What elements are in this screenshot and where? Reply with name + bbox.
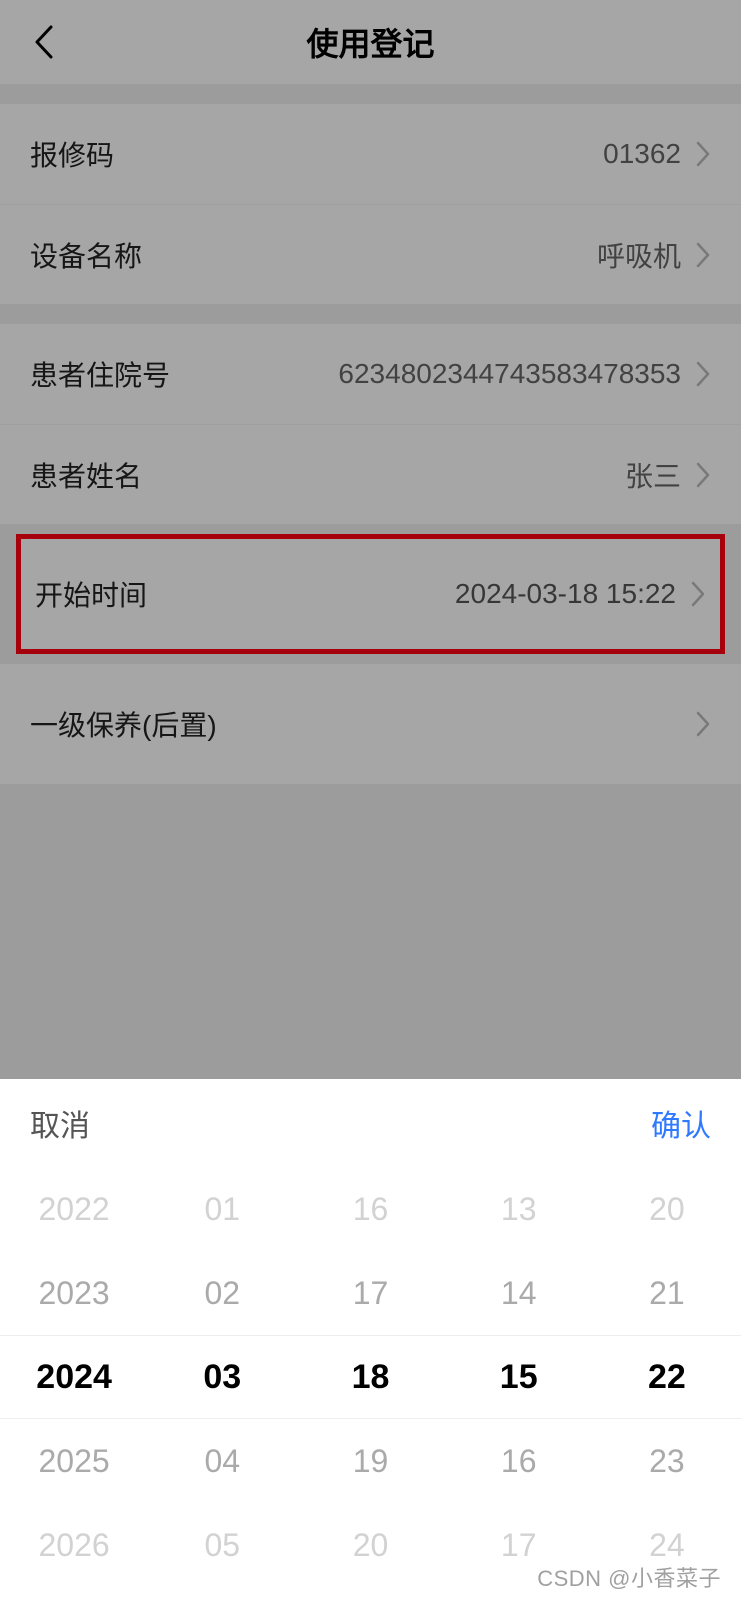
chevron-right-icon — [695, 710, 711, 738]
row-label: 患者住院号 — [30, 354, 170, 394]
row-repair-code[interactable]: 报修码 01362 — [0, 104, 741, 204]
row-value: 张三 — [625, 455, 681, 495]
page-title: 使用登记 — [0, 19, 741, 65]
chevron-right-icon — [695, 461, 711, 489]
picker-wheels: 2022202320242025202601020304051617181920… — [0, 1167, 741, 1603]
picker-option[interactable]: 17 — [296, 1251, 444, 1335]
chevron-right-icon — [695, 140, 711, 168]
picker-option[interactable]: 20 — [296, 1503, 444, 1587]
picker-option[interactable]: 19 — [296, 1419, 444, 1503]
picker-option[interactable]: 18 — [296, 1335, 444, 1419]
row-label: 患者姓名 — [30, 455, 142, 495]
row-label: 报修码 — [30, 134, 114, 174]
chevron-right-icon — [695, 360, 711, 388]
picker-option[interactable]: 2022 — [0, 1167, 148, 1251]
picker-option[interactable]: 03 — [148, 1335, 296, 1419]
picker-option[interactable]: 21 — [593, 1251, 741, 1335]
picker-option[interactable]: 20 — [593, 1167, 741, 1251]
cancel-button[interactable]: 取消 — [30, 1101, 90, 1145]
row-patient-no[interactable]: 患者住院号 6234802344743583478353 — [0, 324, 741, 424]
back-button[interactable] — [24, 22, 64, 62]
confirm-button[interactable]: 确认 — [651, 1101, 711, 1145]
picker-option[interactable]: 2023 — [0, 1251, 148, 1335]
row-label: 一级保养(后置) — [30, 704, 217, 744]
picker-header: 取消 确认 — [0, 1079, 741, 1167]
row-label: 设备名称 — [30, 235, 142, 275]
picker-option[interactable]: 05 — [148, 1503, 296, 1587]
picker-column-1[interactable]: 0102030405 — [148, 1167, 296, 1603]
picker-option[interactable]: 15 — [445, 1335, 593, 1419]
row-value: 6234802344743583478353 — [338, 358, 681, 390]
picker-option[interactable]: 14 — [445, 1251, 593, 1335]
row-maintenance[interactable]: 一级保养(后置) — [0, 664, 741, 784]
datetime-picker: 取消 确认 2022202320242025202601020304051617… — [0, 1079, 741, 1603]
picker-option[interactable]: 13 — [445, 1167, 593, 1251]
row-value: 01362 — [603, 138, 681, 170]
picker-option[interactable]: 04 — [148, 1419, 296, 1503]
chevron-right-icon — [690, 580, 706, 608]
picker-option[interactable]: 2026 — [0, 1503, 148, 1587]
picker-option[interactable]: 2024 — [0, 1335, 148, 1419]
section-gap-small — [0, 654, 741, 664]
watermark-text: CSDN @小香菜子 — [537, 1561, 721, 1593]
picker-option[interactable]: 2025 — [0, 1419, 148, 1503]
picker-option[interactable]: 01 — [148, 1167, 296, 1251]
row-value: 2024-03-18 15:22 — [455, 578, 676, 610]
picker-column-3[interactable]: 1314151617 — [445, 1167, 593, 1603]
start-time-highlight: 开始时间 2024-03-18 15:22 — [16, 534, 725, 654]
chevron-left-icon — [34, 25, 54, 59]
section-gap — [0, 304, 741, 324]
picker-option[interactable]: 16 — [445, 1419, 593, 1503]
chevron-right-icon — [695, 241, 711, 269]
row-start-time[interactable]: 开始时间 2024-03-18 15:22 — [21, 539, 720, 649]
header-bar: 使用登记 — [0, 0, 741, 84]
picker-option[interactable]: 22 — [593, 1335, 741, 1419]
picker-column-4[interactable]: 2021222324 — [593, 1167, 741, 1603]
picker-option[interactable]: 16 — [296, 1167, 444, 1251]
section-gap-small — [0, 524, 741, 534]
row-value: 呼吸机 — [597, 235, 681, 275]
picker-column-2[interactable]: 1617181920 — [296, 1167, 444, 1603]
row-patient-name[interactable]: 患者姓名 张三 — [0, 424, 741, 524]
row-label: 开始时间 — [35, 574, 147, 614]
picker-option[interactable]: 02 — [148, 1251, 296, 1335]
row-device-name[interactable]: 设备名称 呼吸机 — [0, 204, 741, 304]
picker-column-0[interactable]: 20222023202420252026 — [0, 1167, 148, 1603]
picker-option[interactable]: 23 — [593, 1419, 741, 1503]
section-gap — [0, 84, 741, 104]
